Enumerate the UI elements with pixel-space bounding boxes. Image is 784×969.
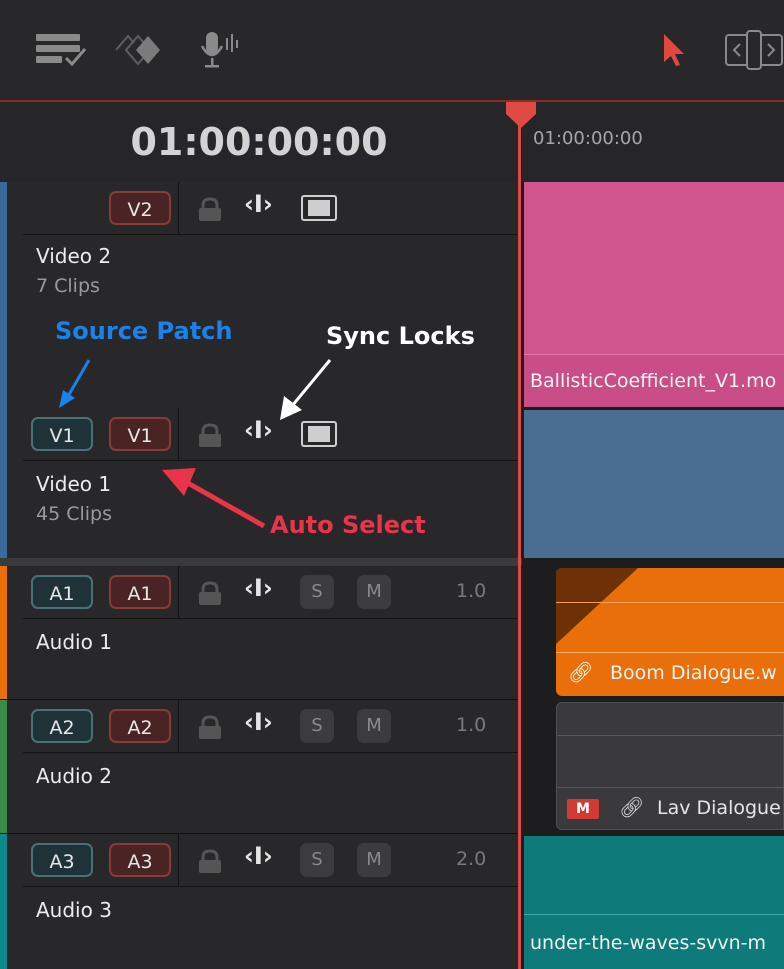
lock-icon[interactable] [197,848,223,878]
playhead-line[interactable] [518,110,521,969]
solo-button[interactable]: S [300,709,334,743]
mute-button[interactable]: M [357,843,391,877]
clip-name: Boom Dialogue.w [610,662,777,684]
track-name: Audio 3 [36,898,112,922]
waveform-line [557,735,784,736]
annotation-arrow-sync-locks [280,359,332,420]
track-name: Audio 1 [36,630,112,654]
toolbar [0,0,784,100]
mute-button[interactable]: M [357,709,391,743]
divider [178,566,179,618]
track-color-strip [0,834,7,969]
clip-name: Lav Dialogue [657,797,781,819]
track-volume: 1.0 [456,714,487,736]
track-header-audio-1[interactable]: A1 A1 ‹I› S M 1.0 Audio 1 [0,566,518,700]
track-volume: 1.0 [456,580,487,602]
annotation-source-patch: Source Patch [55,317,233,345]
track-name: Video 1 [36,472,112,496]
track-color-strip [0,182,7,408]
solo-button[interactable]: S [300,575,334,609]
sync-lock-icon[interactable]: ‹I› [244,842,273,870]
track-controls: V1 V1 ‹I› [23,408,518,461]
timeline-options-icon[interactable] [36,34,88,72]
track-header-audio-3[interactable]: A3 A3 ‹I› S M 2.0 Audio 3 [0,834,518,969]
track-clip-count: 7 Clips [36,275,100,297]
ruler-timecode: 01:00:00:00 [533,128,643,149]
auto-select-button-a3[interactable]: A3 [109,843,171,877]
source-patch-button-a2[interactable]: A2 [31,709,93,743]
divider [178,700,179,752]
clip-audio-1[interactable]: 🔗︎ Boom Dialogue.w [556,568,784,696]
clip-video-1[interactable] [524,410,784,558]
selection-pointer-icon[interactable] [660,32,690,72]
track-controls: V2 ‹I› [23,182,518,235]
clip-label-bar [557,787,784,788]
clip-name: under-the-waves-svvn-m [530,932,766,954]
video-enable-icon[interactable] [301,195,337,225]
source-patch-button-v1[interactable]: V1 [31,417,93,451]
auto-select-button-v2[interactable]: V2 [109,191,171,225]
layers-diamond-icon[interactable] [114,30,170,74]
divider [178,834,179,886]
fade-in-triangle[interactable] [556,568,638,644]
annotation-auto-select: Auto Select [270,511,426,539]
clip-audio-2[interactable]: M 🔗︎ Lav Dialogue [556,702,784,830]
track-clip-count: 45 Clips [36,503,112,525]
track-controls: A2 A2 ‹I› S M 1.0 [23,700,518,753]
track-name: Audio 2 [36,764,112,788]
track-controls: A3 A3 ‹I› S M 2.0 [23,834,518,887]
video-enable-icon[interactable] [301,421,337,451]
divider [178,408,179,460]
lock-icon[interactable] [197,422,223,452]
lock-icon[interactable] [197,580,223,610]
playhead-marker[interactable] [504,100,538,130]
microphone-icon[interactable] [200,30,244,76]
waveform-line [556,602,784,603]
source-patch-button-a3[interactable]: A3 [31,843,93,877]
timecode-display[interactable]: 01:00:00:00 [0,120,518,164]
auto-select-button-v1[interactable]: V1 [109,417,171,451]
track-color-strip [0,408,7,558]
muted-badge: M [567,799,599,819]
auto-select-button-a1[interactable]: A1 [109,575,171,609]
auto-select-button-a2[interactable]: A2 [109,709,171,743]
trim-edit-icon[interactable] [724,30,784,74]
annotation-arrow-auto-select [162,468,266,529]
annotation-sync-locks: Sync Locks [326,322,475,350]
mute-button[interactable]: M [357,575,391,609]
sync-lock-icon[interactable]: ‹I› [244,190,273,218]
source-patch-button-a1[interactable]: A1 [31,575,93,609]
timeline-area[interactable]: BallisticCoefficient_V1.mo 🔗︎ Boom Dialo… [522,182,784,969]
track-color-strip [0,566,7,699]
track-header-audio-2[interactable]: A2 A2 ‹I› S M 1.0 Audio 2 [0,700,518,834]
lock-icon[interactable] [197,196,223,226]
track-volume: 2.0 [456,848,487,870]
sync-lock-icon[interactable]: ‹I› [244,574,273,602]
lock-icon[interactable] [197,714,223,744]
link-icon: 🔗︎ [619,795,645,819]
sync-lock-icon[interactable]: ‹I› [244,708,273,736]
clip-video-2[interactable]: BallisticCoefficient_V1.mo [524,182,784,407]
sync-lock-icon[interactable]: ‹I› [244,416,273,444]
annotation-arrow-source-patch [59,359,91,408]
link-icon: 🔗︎ [568,660,594,684]
clip-name: BallisticCoefficient_V1.mo [530,370,777,392]
divider [178,182,179,234]
track-name: Video 2 [36,244,112,268]
solo-button[interactable]: S [300,843,334,877]
track-controls: A1 A1 ‹I› S M 1.0 [23,566,518,619]
clip-audio-3[interactable]: under-the-waves-svvn-m [524,836,784,969]
clip-label-bar [524,914,784,915]
track-color-strip [0,700,7,833]
